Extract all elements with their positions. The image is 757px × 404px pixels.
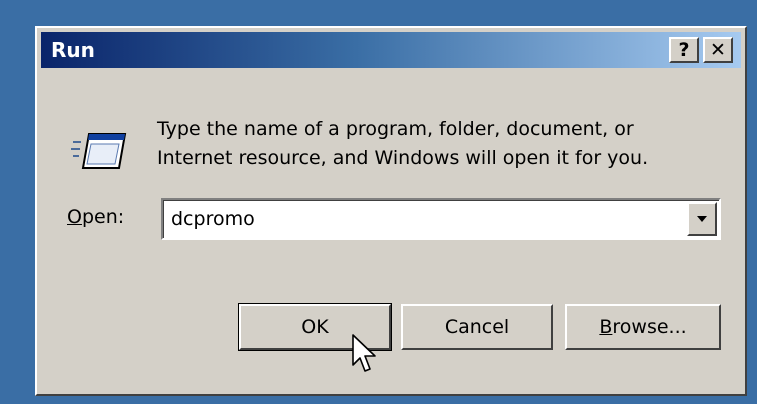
- run-icon: [71, 133, 127, 169]
- description-text: Type the name of a program, folder, docu…: [157, 115, 717, 173]
- close-button[interactable]: ✕: [703, 37, 733, 63]
- run-dialog: Run ? ✕ Type the name of a program, fold…: [35, 26, 747, 396]
- open-label-rest: pen:: [81, 206, 125, 228]
- title-bar[interactable]: Run ? ✕: [41, 32, 741, 68]
- help-icon: ?: [678, 38, 690, 61]
- cancel-label: Cancel: [444, 316, 510, 338]
- open-label: Open:: [67, 206, 124, 228]
- window-title: Run: [51, 38, 95, 62]
- ok-label: OK: [301, 316, 329, 338]
- dropdown-button[interactable]: [687, 202, 717, 236]
- browse-label-rest: rowse...: [612, 316, 687, 338]
- description-line-2: Internet resource, and Windows will open…: [157, 147, 649, 169]
- close-icon: ✕: [710, 38, 726, 61]
- browse-mnemonic: B: [599, 316, 613, 338]
- help-button[interactable]: ?: [669, 37, 699, 63]
- open-label-mnemonic: O: [67, 206, 82, 228]
- open-input[interactable]: dcpromo: [171, 208, 255, 230]
- cancel-button[interactable]: Cancel: [401, 304, 553, 350]
- mouse-cursor-icon: [352, 334, 376, 372]
- description-line-1: Type the name of a program, folder, docu…: [157, 118, 634, 140]
- browse-button[interactable]: Browse...: [565, 304, 721, 350]
- open-combobox[interactable]: dcpromo: [161, 198, 721, 240]
- dropdown-arrow-icon: [697, 216, 707, 222]
